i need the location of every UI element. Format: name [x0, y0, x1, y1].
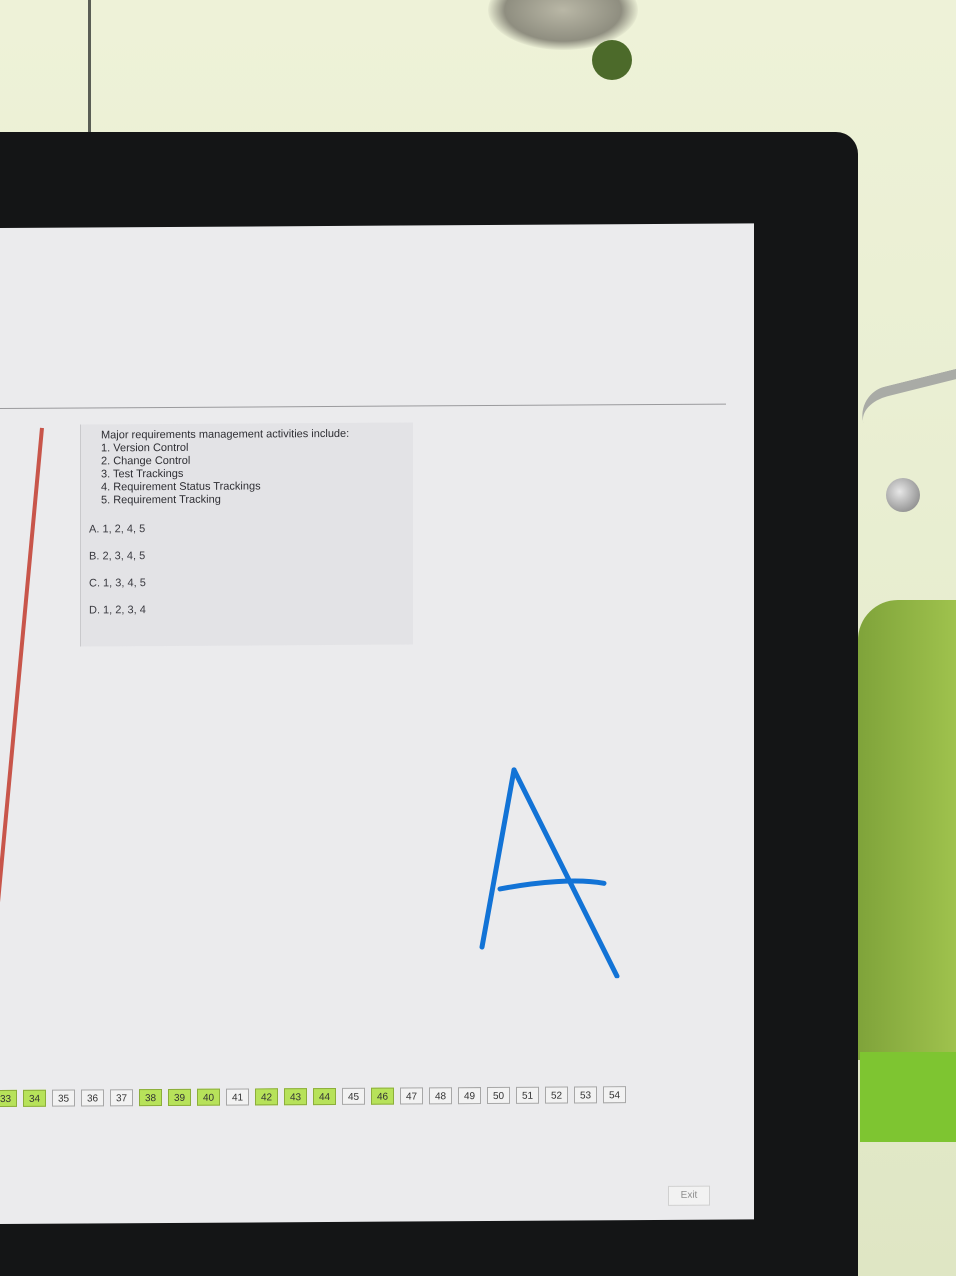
question-nav-button[interactable]: 37: [110, 1089, 133, 1107]
chair-knob: [886, 478, 920, 512]
question-accent-bar: [0, 427, 44, 1058]
question-nav-button[interactable]: 45: [342, 1087, 365, 1105]
question-nav-button[interactable]: 54: [603, 1086, 626, 1104]
question-nav-button[interactable]: 34: [23, 1089, 46, 1107]
question-nav-button[interactable]: 42: [255, 1088, 278, 1106]
question-nav-button[interactable]: 50: [487, 1086, 510, 1105]
handwritten-stroke-cross: [497, 878, 607, 892]
exit-button[interactable]: Exit: [668, 1185, 710, 1206]
handwritten-stroke-left: [479, 767, 517, 950]
question-text: Major requirements management activities…: [101, 428, 401, 508]
answer-option-c[interactable]: C. 1, 3, 4, 5: [89, 576, 146, 603]
question-nav-button[interactable]: 35: [52, 1089, 75, 1107]
question-nav-button[interactable]: 41: [226, 1088, 249, 1106]
header-divider: [0, 403, 726, 409]
question-nav-button[interactable]: 38: [139, 1089, 162, 1107]
question-nav-button[interactable]: 46: [371, 1087, 394, 1105]
answer-options: A. 1, 2, 4, 5 B. 2, 3, 4, 5 C. 1, 3, 4, …: [89, 522, 146, 630]
question-nav-button[interactable]: 47: [400, 1087, 423, 1105]
question-nav-button[interactable]: 51: [516, 1086, 539, 1104]
answer-option-a[interactable]: A. 1, 2, 4, 5: [89, 522, 146, 549]
question-panel: Major requirements management activities…: [80, 422, 413, 647]
question-nav-button[interactable]: 33: [0, 1089, 17, 1108]
question-nav-button[interactable]: 39: [168, 1088, 191, 1106]
question-nav-button[interactable]: 48: [429, 1087, 452, 1105]
question-nav-button[interactable]: 49: [458, 1087, 481, 1105]
question-nav-button[interactable]: 52: [545, 1086, 568, 1104]
question-nav-button[interactable]: 44: [313, 1087, 336, 1106]
desk: [860, 1052, 956, 1142]
handwritten-stroke-right: [511, 767, 620, 979]
wall-fan-base: [592, 40, 632, 80]
answer-option-b[interactable]: B. 2, 3, 4, 5: [89, 549, 146, 576]
question-nav-button[interactable]: 53: [574, 1086, 597, 1104]
question-line: 5. Requirement Tracking: [101, 493, 221, 507]
question-navigation: 33 34 35 36 37 38 39 40 41 42 43 44 45 4…: [0, 1086, 626, 1108]
question-nav-button[interactable]: 36: [81, 1089, 104, 1107]
question-nav-button[interactable]: 40: [197, 1088, 220, 1106]
question-nav-button[interactable]: 43: [284, 1088, 307, 1106]
handwritten-answer-mark: [479, 767, 620, 979]
exam-screen: Major requirements management activities…: [0, 223, 754, 1224]
answer-option-d[interactable]: D. 1, 2, 3, 4: [89, 603, 146, 630]
chair: [858, 600, 956, 1060]
